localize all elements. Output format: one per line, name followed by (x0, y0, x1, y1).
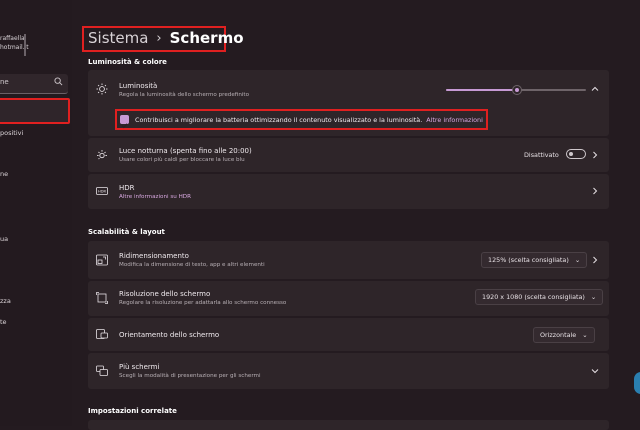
brightness-subtitle: Regola la luminosità dello schermo prede… (119, 92, 250, 98)
account-info[interactable]: raffaella hotmail.it (0, 34, 29, 56)
battery-optimize-checkbox[interactable] (120, 115, 129, 129)
scale-icon (96, 254, 108, 266)
night-light-toggle[interactable] (566, 149, 586, 159)
breadcrumb-separator: › (156, 30, 162, 46)
orientation-dropdown[interactable]: Orizzontale ⌄ (533, 327, 595, 343)
hdr-learn-more-link[interactable]: Altre informazioni su HDR (119, 194, 191, 200)
scale-dropdown[interactable]: 125% (scelta consigliata) ⌄ (481, 252, 588, 268)
chevron-right-icon[interactable] (591, 187, 599, 195)
search-icon (54, 77, 63, 86)
account-name: raffaella (0, 35, 25, 42)
sidebar-item-rete[interactable]: ne (0, 170, 8, 178)
checkmark-icon (121, 123, 128, 129)
search-text: ne (0, 78, 9, 86)
chevron-down-icon: ⌄ (574, 256, 581, 264)
brightness-slider-fill (446, 89, 518, 91)
multiple-displays-icon (96, 365, 108, 376)
night-light-subtitle: Usare colori più caldi per bloccare la l… (119, 157, 245, 163)
orientation-title: Orientamento dello schermo (119, 331, 220, 339)
night-light-icon (97, 150, 107, 160)
sidebar-item-update[interactable]: te (0, 318, 7, 326)
chevron-right-icon[interactable] (591, 151, 599, 159)
resolution-icon (96, 292, 108, 304)
battery-optimize-label: Contribuisci a migliorare la batteria ot… (135, 116, 483, 124)
hdr-icon: HDR (96, 187, 108, 195)
brightness-title: Luminosità (119, 82, 158, 90)
sidebar-item-lingua[interactable]: ua (0, 235, 8, 243)
multiple-displays-title: Più schermi (119, 363, 160, 371)
chevron-down-icon[interactable] (591, 367, 599, 375)
orientation-dropdown-value: Orizzontale (540, 331, 577, 339)
sidebar-item-sicurezza[interactable]: zza (0, 297, 11, 305)
breadcrumb-sistema[interactable]: Sistema (88, 29, 148, 47)
account-email: hotmail.it (0, 44, 29, 51)
section-title-brightness: Luminosità & colore (88, 58, 167, 66)
night-light-state: Disattivato (524, 151, 559, 159)
sun-icon (96, 83, 108, 95)
related-settings-card[interactable] (88, 420, 609, 430)
page-title: Schermo (169, 29, 244, 47)
breadcrumb: Sistema › Schermo (88, 29, 244, 47)
sidebar-item-sistema[interactable] (0, 98, 70, 124)
orientation-icon (96, 329, 108, 339)
learn-more-link[interactable]: Altre informazioni (426, 116, 483, 124)
chevron-right-icon[interactable] (591, 256, 599, 264)
brightness-slider[interactable] (446, 85, 586, 95)
chevron-up-icon[interactable] (591, 85, 599, 93)
section-title-related: Impostazioni correlate (88, 407, 177, 415)
resolution-dropdown-value: 1920 x 1080 (scelta consigliata) (482, 293, 585, 301)
night-light-title: Luce notturna (spenta fino alle 20:00) (119, 147, 252, 155)
sidebar: raffaella hotmail.it ne positivi ne ua z… (0, 0, 72, 426)
battery-optimize-text: Contribuisci a migliorare la batteria ot… (135, 116, 423, 124)
chevron-down-icon: ⌄ (582, 331, 588, 339)
svg-text:HDR: HDR (98, 190, 106, 194)
multiple-displays-card[interactable]: Più schermi Scegli la modalità di presen… (88, 353, 609, 389)
scale-subtitle: Modifica la dimensione di testo, app e a… (119, 262, 265, 268)
scale-title: Ridimensionamento (119, 252, 189, 260)
resolution-dropdown[interactable]: 1920 x 1080 (scelta consigliata) ⌄ (475, 289, 604, 305)
search-input[interactable]: ne (0, 74, 68, 94)
chevron-down-icon: ⌄ (590, 293, 597, 301)
hdr-card[interactable]: HDR HDR Altre informazioni su HDR (88, 174, 609, 209)
section-title-scale: Scalabilità & layout (88, 228, 165, 236)
resolution-title: Risoluzione dello schermo (119, 290, 211, 298)
scale-dropdown-value: 125% (scelta consigliata) (488, 256, 569, 264)
sidebar-item-dispositivi[interactable]: positivi (0, 129, 23, 137)
account-divider (24, 34, 26, 56)
resolution-subtitle: Regolare la risoluzione per adattarla al… (119, 300, 287, 306)
multiple-displays-subtitle: Scegli la modalità di presentazione per … (119, 373, 261, 379)
floating-button[interactable] (634, 372, 640, 394)
hdr-title: HDR (119, 184, 135, 192)
orientation-card[interactable]: Orientamento dello schermo (88, 318, 609, 351)
